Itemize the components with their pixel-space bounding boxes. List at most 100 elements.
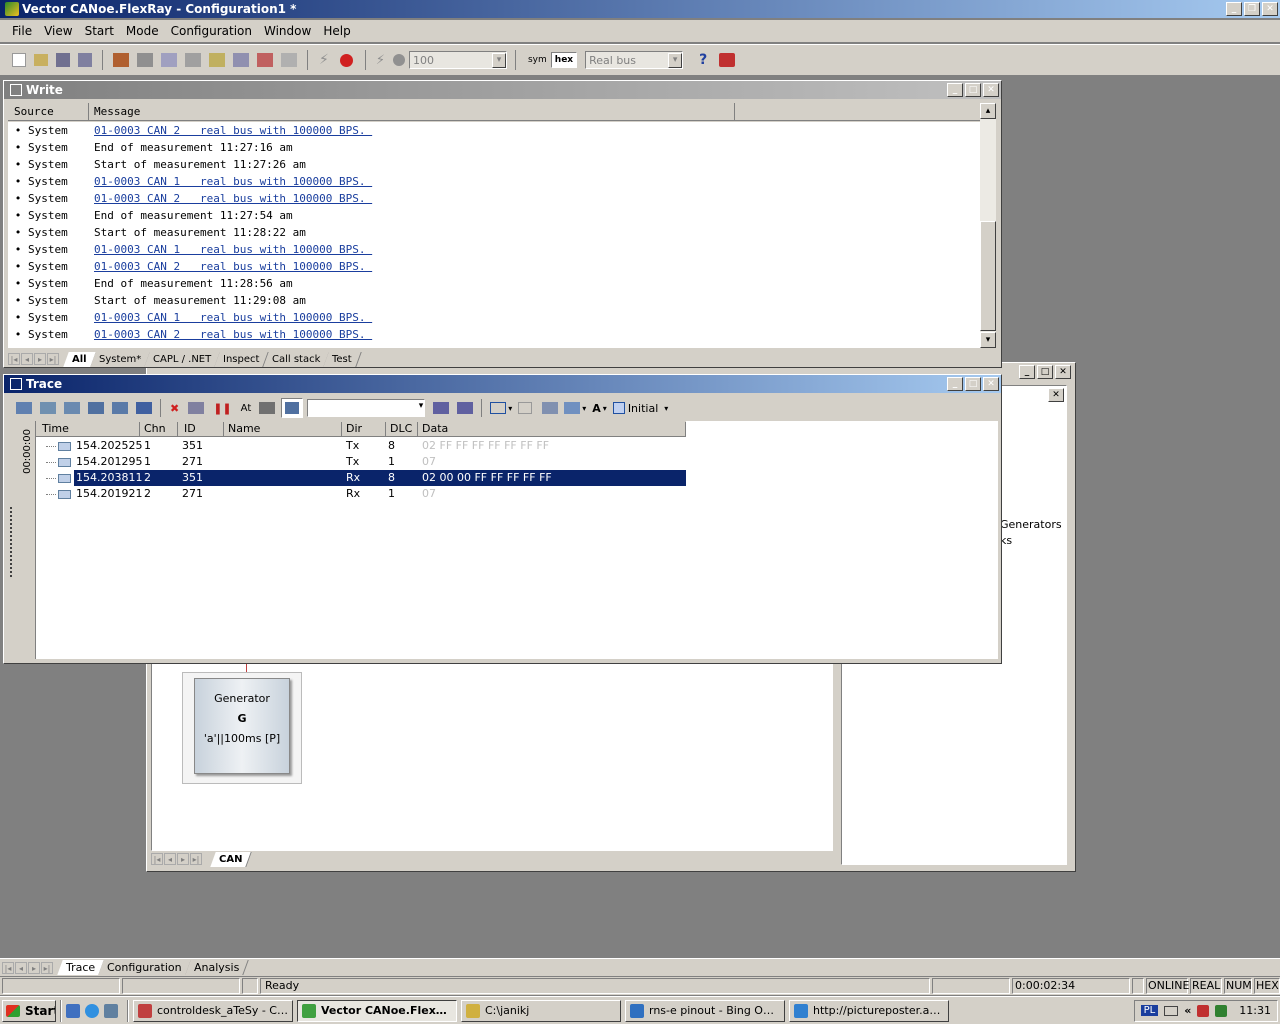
tab-test[interactable]: Test <box>323 351 362 367</box>
new-icon[interactable] <box>12 53 26 67</box>
clear-icon[interactable] <box>188 402 205 414</box>
scroll-down-button[interactable]: ▾ <box>980 332 996 348</box>
first-tab-button[interactable]: |◂ <box>2 961 14 974</box>
trace-col-data[interactable]: Data <box>420 422 686 436</box>
write-row[interactable]: • System End of measurement 11:28:56 am <box>8 275 980 292</box>
last-tab-button[interactable]: ▸| <box>41 961 53 974</box>
splitter-handle[interactable] <box>10 507 16 577</box>
write-row[interactable]: • System Start of measurement 11:27:26 am <box>8 156 980 173</box>
write-row-message[interactable]: 01-0003 CAN 2 real bus with 100000 BPS. <box>94 258 372 275</box>
scroll-thumb[interactable] <box>980 221 996 331</box>
trace-search-combo[interactable]: ▾ <box>307 399 426 417</box>
menu-file[interactable]: File <box>12 20 32 42</box>
write-col-source[interactable]: Source <box>14 105 54 118</box>
tab-configuration[interactable]: Configuration <box>98 960 192 975</box>
view-mode-dropdown[interactable]: Initial <box>628 402 658 415</box>
chevron-down-icon[interactable]: ▾ <box>668 52 683 68</box>
write-row-message[interactable]: 01-0003 CAN 2 real bus with 100000 BPS. <box>94 190 372 207</box>
graphics-icon[interactable] <box>233 53 249 67</box>
trace-col-dlc[interactable]: DLC <box>388 422 418 436</box>
write-row[interactable]: • System 01-0003 CAN 2 real bus with 10000… <box>8 122 980 139</box>
trace-titlebar[interactable]: Trace _ □ ✕ <box>4 375 1001 393</box>
write-row[interactable]: • System Start of measurement 11:29:08 am <box>8 292 980 309</box>
side-panel-generators[interactable]: Generators <box>1000 518 1062 531</box>
maximize-button[interactable]: □ <box>965 83 981 97</box>
book-icon[interactable] <box>719 53 736 67</box>
write-row-message[interactable]: 01-0003 CAN 1 real bus with 100000 BPS. <box>94 309 372 326</box>
write-row[interactable]: • System 01-0003 CAN 1 real bus with 10000… <box>8 173 980 190</box>
step-icon[interactable]: ⚡ <box>376 53 385 68</box>
maximize-button[interactable]: □ <box>1037 365 1053 379</box>
simulation-canvas[interactable]: Generator G 'a'||100ms [P] <box>151 663 833 851</box>
trace-col-id[interactable]: ID <box>182 422 224 436</box>
write-row[interactable]: • System 01-0003 CAN 1 real bus with 10000… <box>8 309 980 326</box>
tab-analysis[interactable]: Analysis <box>185 960 249 975</box>
minimize-button[interactable]: _ <box>1226 2 1242 16</box>
prev-tab-button[interactable]: ◂ <box>164 853 176 865</box>
animate-icon[interactable] <box>392 54 405 66</box>
next-tab-button[interactable]: ▸ <box>28 961 40 974</box>
first-tab-button[interactable]: |◂ <box>8 353 20 365</box>
menu-start[interactable]: Start <box>85 20 114 42</box>
measurement-setup-icon[interactable] <box>113 53 129 67</box>
close-button[interactable]: ✕ <box>1055 365 1071 379</box>
grid-icon[interactable] <box>518 402 533 414</box>
chevron-down-icon[interactable]: ▾ <box>419 401 424 411</box>
close-button[interactable]: ✕ <box>1262 2 1278 16</box>
maximize-button[interactable]: □ <box>965 377 981 391</box>
brush-icon[interactable] <box>257 53 273 67</box>
simulation-setup-icon[interactable] <box>137 53 153 67</box>
taskbar-item[interactable]: controldesk_aTeSy - Con... <box>133 999 293 1022</box>
last-tab-button[interactable]: ▸| <box>47 353 59 365</box>
main-titlebar[interactable]: Vector CANoe.FlexRay - Configuration1 * … <box>0 0 1280 18</box>
chevron-down-icon[interactable]: ▾ <box>491 52 506 68</box>
tray-expand-icon[interactable]: « <box>1184 1004 1191 1017</box>
restore-button[interactable]: ❐ <box>1244 2 1260 16</box>
trace-col-dir[interactable]: Dir <box>344 422 386 436</box>
prev-tab-button[interactable]: ◂ <box>21 353 33 365</box>
copy-icon[interactable] <box>542 402 559 414</box>
tray-app-icon[interactable] <box>1197 1004 1210 1017</box>
write-row-message[interactable]: 01-0003 CAN 1 real bus with 100000 BPS. <box>94 241 372 258</box>
delete-icon[interactable]: ✖ <box>170 402 179 415</box>
tab-system[interactable]: System* <box>89 351 151 367</box>
close-button[interactable]: ✕ <box>983 83 999 97</box>
speed-combo[interactable]: 100 ▾ <box>408 51 507 69</box>
open-icon[interactable] <box>34 54 48 66</box>
database-icon[interactable] <box>161 53 177 67</box>
funnel-clear-icon[interactable] <box>112 402 128 414</box>
font-icon[interactable]: A <box>592 402 601 415</box>
autoscroll-toggle[interactable] <box>281 398 304 418</box>
layout-icon[interactable] <box>490 402 507 414</box>
menu-help[interactable]: Help <box>323 20 350 42</box>
write-row-message[interactable]: 01-0003 CAN 2 real bus with 100000 BPS. <box>94 122 372 139</box>
last-tab-button[interactable]: ▸| <box>190 853 202 865</box>
menu-mode[interactable]: Mode <box>126 20 159 42</box>
sym-toggle[interactable]: sym <box>528 55 547 65</box>
taskbar-item[interactable]: rns-e pinout - Bing Obraz... <box>625 999 785 1022</box>
write-row[interactable]: • System End of measurement 11:27:16 am <box>8 139 980 156</box>
trace-col-chn[interactable]: Chn <box>142 422 178 436</box>
calendar-icon[interactable] <box>281 53 297 67</box>
tray-network-icon[interactable] <box>1215 1004 1228 1017</box>
pause-icon[interactable]: ❚❚ <box>213 402 231 415</box>
tab-call-stack[interactable]: Call stack <box>262 351 330 367</box>
stop-measurement-icon[interactable] <box>339 53 353 67</box>
find-next-icon[interactable] <box>433 402 450 414</box>
binoculars-icon[interactable] <box>136 402 152 414</box>
tab-can[interactable]: CAN <box>210 851 253 867</box>
minimize-button[interactable]: _ <box>1019 365 1035 379</box>
minimize-button[interactable]: _ <box>947 83 963 97</box>
expand-icon[interactable] <box>64 402 80 414</box>
first-tab-button[interactable]: |◂ <box>151 853 163 865</box>
time-mode-icon[interactable]: At <box>241 403 252 414</box>
trace-row[interactable]: 154.202525 1 351 Tx 8 02 FF FF FF FF FF FF FF <box>36 438 998 454</box>
generator-node[interactable]: Generator G 'a'||100ms [P] <box>194 678 290 774</box>
find-prev-icon[interactable] <box>457 402 474 414</box>
trace-row[interactable]: 154.203811 2 351 Rx 8 02 00 00 FF FF FF FF FF <box>36 469 998 487</box>
trace-col-name[interactable]: Name <box>226 422 342 436</box>
start-measurement-icon[interactable]: ⚡ <box>319 52 329 68</box>
taskbar-item[interactable]: http://pictureposter.audi.... <box>789 999 949 1022</box>
close-button[interactable]: ✕ <box>1048 388 1064 402</box>
start-button[interactable]: Start <box>2 999 56 1022</box>
